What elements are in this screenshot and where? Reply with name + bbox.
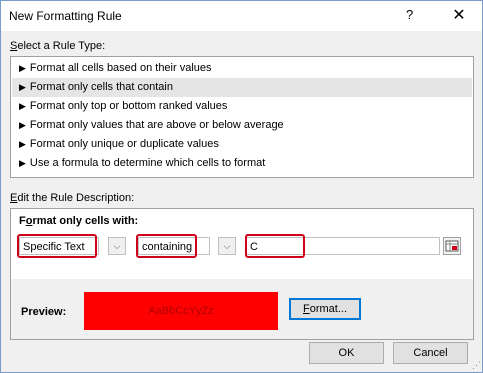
preview-swatch: AaBbCcYyZz bbox=[84, 292, 278, 330]
rule-type-item[interactable]: ▶ Format only unique or duplicate values bbox=[12, 135, 472, 154]
operator-highlight bbox=[136, 234, 197, 258]
operator-dropdown-icon[interactable]: ⌵ bbox=[218, 237, 236, 255]
cell-reference-picker-icon[interactable] bbox=[443, 237, 461, 255]
format-button[interactable]: Format... bbox=[289, 298, 361, 320]
new-formatting-rule-dialog: New Formatting Rule ? ✕ Select a Rule Ty… bbox=[0, 0, 483, 373]
preview-label: Preview: bbox=[21, 306, 67, 318]
rule-type-item-selected[interactable]: ▶ Format only cells that contain bbox=[12, 78, 472, 97]
dialog-title: New Formatting Rule bbox=[9, 9, 122, 23]
triangle-bullet-icon: ▶ bbox=[19, 158, 26, 168]
rule-type-list[interactable]: ▶ Format all cells based on their values … bbox=[10, 56, 474, 178]
triangle-bullet-icon: ▶ bbox=[19, 120, 26, 130]
rule-type-label: Select a Rule Type: bbox=[10, 40, 106, 52]
triangle-bullet-icon: ▶ bbox=[19, 63, 26, 73]
rule-type-item[interactable]: ▶ Format all cells based on their values bbox=[12, 59, 472, 78]
triangle-bullet-icon: ▶ bbox=[19, 139, 26, 149]
title-bar: New Formatting Rule ? ✕ bbox=[1, 1, 482, 31]
help-button[interactable]: ? bbox=[406, 7, 413, 22]
close-icon[interactable]: ✕ bbox=[447, 5, 471, 25]
cancel-button[interactable]: Cancel bbox=[393, 342, 468, 364]
format-only-cells-with-label: Format only cells with: bbox=[19, 215, 139, 227]
condition-type-highlight bbox=[17, 234, 97, 258]
triangle-bullet-icon: ▶ bbox=[19, 101, 26, 111]
rule-type-item[interactable]: ▶ Use a formula to determine which cells … bbox=[12, 154, 472, 173]
rule-type-item[interactable]: ▶ Format only values that are above or be… bbox=[12, 116, 472, 135]
rule-description-panel: Format only cells with: Specific Text ⌵ … bbox=[10, 208, 474, 340]
rule-type-item[interactable]: ▶ Format only top or bottom ranked values bbox=[12, 97, 472, 116]
preview-section: Preview: AaBbCcYyZz Format... bbox=[11, 279, 473, 339]
condition-type-dropdown-icon[interactable]: ⌵ bbox=[108, 237, 126, 255]
value-highlight bbox=[245, 234, 305, 258]
triangle-bullet-icon: ▶ bbox=[19, 82, 26, 92]
resize-grip-icon[interactable]: ⋰ bbox=[472, 360, 481, 371]
rule-description-label: Edit the Rule Description: bbox=[10, 192, 135, 204]
ok-button[interactable]: OK bbox=[309, 342, 384, 364]
